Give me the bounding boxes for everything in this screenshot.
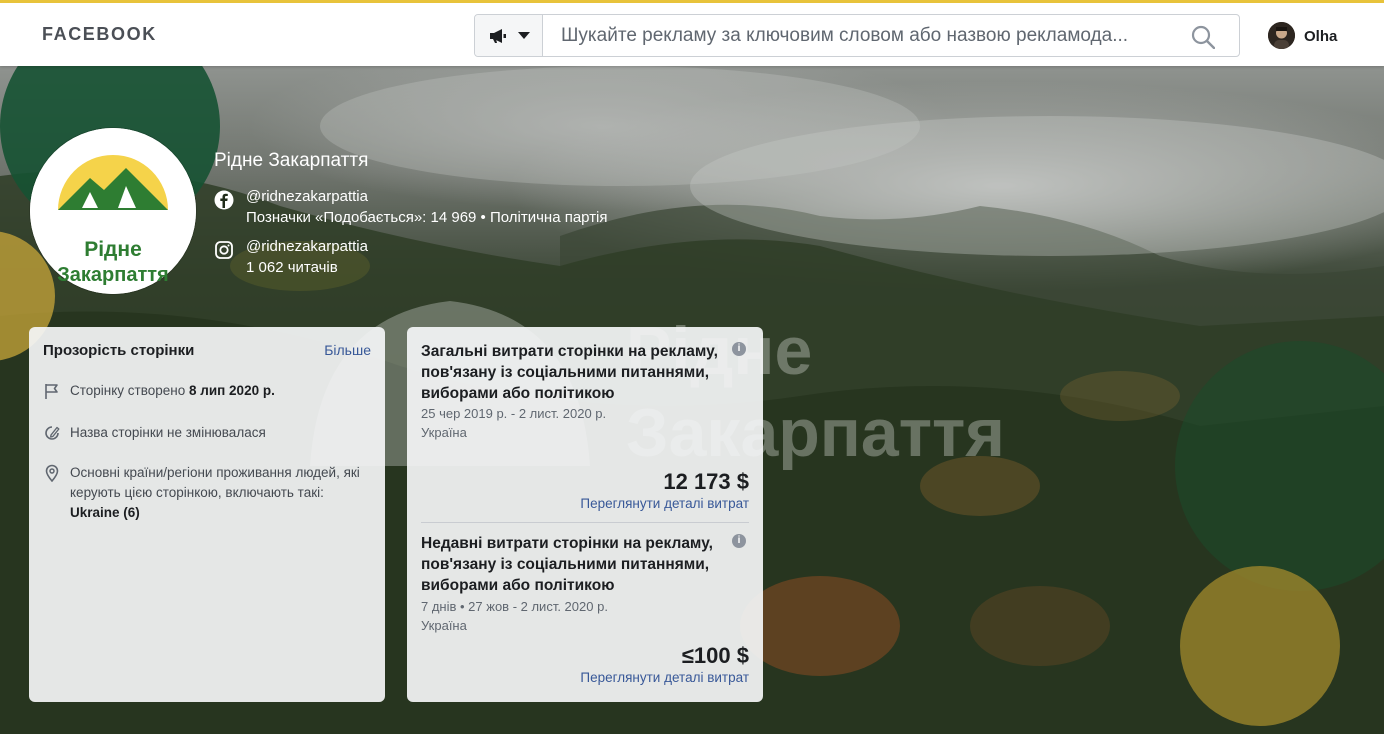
instagram-handle[interactable]: @ridnezakarpattia: [246, 238, 368, 255]
recent-spending-amount: ≤100 $: [681, 643, 749, 668]
recent-spending-region: Україна: [421, 618, 467, 633]
edit-history-icon: [45, 426, 60, 440]
total-spending-details-link[interactable]: Переглянути деталі витрат: [580, 496, 749, 511]
ad-search-box: [474, 14, 1240, 57]
location-pin-icon: [45, 464, 59, 482]
facebook-brand-logo[interactable]: FACEBOOK: [42, 24, 157, 45]
page-profile-picture[interactable]: Рідне Закарпаття: [30, 128, 196, 294]
facebook-icon: [214, 190, 234, 210]
page-created-date: 8 лип 2020 р.: [189, 383, 275, 398]
recent-spending-info-icon[interactable]: i: [732, 534, 746, 548]
total-spending-region: Україна: [421, 425, 467, 440]
top-bar: FACEBOOK Olha: [0, 0, 1384, 66]
total-spending-info-icon[interactable]: i: [732, 342, 746, 356]
ad-category-filter-button[interactable]: [475, 15, 543, 56]
page-created-label: Сторінку створено: [70, 383, 190, 398]
ad-spending-card: Загальні витрати сторінки на рекламу, по…: [407, 327, 763, 702]
page-transparency-card: Прозорість сторінки Більше Сторінку ство…: [29, 327, 385, 702]
megaphone-icon: [490, 29, 506, 43]
page-title: Рідне Закарпаття: [214, 150, 369, 171]
ad-search-input[interactable]: [561, 15, 1181, 56]
recent-spending-details-link[interactable]: Переглянути деталі витрат: [580, 670, 749, 685]
total-spending-period: 25 чер 2019 р. - 2 лист. 2020 р.: [421, 406, 607, 421]
countries-text: Основні країни/регіони проживання людей,…: [70, 465, 360, 500]
name-change-text: Назва сторінки не змінювалася: [70, 425, 266, 440]
page-cover: Рідне Закарпаття Рідне Закарпаття Рідне …: [0, 66, 1384, 734]
total-spending-amount: 12 173 $: [663, 469, 749, 494]
instagram-follower-count: 1 062 читачів: [246, 259, 338, 276]
user-name: Olha: [1304, 28, 1338, 45]
logo-text-line1: Рідне: [84, 238, 142, 261]
page-transparency-more-link[interactable]: Більше: [324, 342, 371, 358]
avatar: [1268, 22, 1295, 49]
facebook-handle[interactable]: @ridnezakarpattia: [246, 188, 368, 205]
logo-text-line2: Закарпаття: [57, 264, 168, 286]
countries-value: Ukraine (6): [70, 505, 140, 520]
caret-down-icon: [518, 32, 530, 39]
instagram-icon: [215, 241, 233, 259]
spending-divider: [421, 522, 749, 523]
page-transparency-title: Прозорість сторінки: [43, 342, 195, 359]
search-icon[interactable]: [1191, 25, 1215, 49]
recent-spending-period: 7 днів • 27 жов - 2 лист. 2020 р.: [421, 599, 608, 614]
recent-spending-title: Недавні витрати сторінки на рекламу, пов…: [421, 535, 713, 594]
page-logo: Рідне Закарпаття: [30, 128, 196, 294]
total-spending-title: Загальні витрати сторінки на рекламу, по…: [421, 343, 718, 402]
facebook-page-details: Позначки «Подобається»: 14 969 • Політич…: [246, 209, 608, 226]
flag-icon: [45, 384, 58, 399]
